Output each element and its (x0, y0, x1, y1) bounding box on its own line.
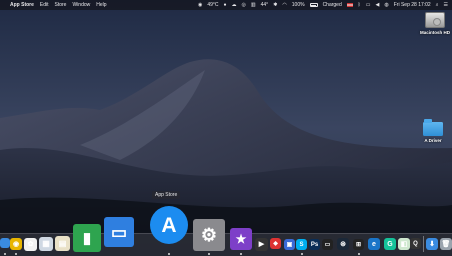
volume-icon[interactable]: ◀ (376, 0, 380, 10)
dock-keynote-icon[interactable]: ▭ (104, 217, 134, 247)
dock-imovie-icon[interactable]: ★ (230, 228, 252, 250)
dock-finder-icon[interactable] (0, 238, 10, 248)
dock-system-preferences-icon[interactable]: ⚙ (193, 219, 225, 251)
trash-glyph: 🗑 (441, 240, 451, 248)
temperature-readout[interactable]: 49°C (207, 0, 218, 10)
numbers-glyph: ▮ (82, 229, 92, 247)
temperature-icon[interactable]: ◉ (198, 0, 202, 10)
app-store-glyph: A (161, 213, 177, 237)
dock-app-black-icon[interactable]: ⊞ (353, 239, 364, 250)
dock-numbers-icon[interactable]: ▮ (73, 224, 101, 252)
circle-icon[interactable]: ◎ (242, 0, 246, 10)
dock-running-indicator (15, 253, 17, 255)
dock-preview-icon[interactable]: ▦ (39, 237, 53, 251)
maps-glyph: ◧ (400, 240, 408, 248)
preview-glyph: ▦ (42, 239, 50, 248)
grammarly-glyph: G (387, 240, 393, 248)
dock-downloads-icon[interactable]: ⬇ (426, 238, 438, 250)
temperature-readout-2[interactable]: 44° (261, 0, 269, 10)
dock-tooltip: App Store (152, 191, 181, 199)
notification-center-icon[interactable]: ☰ (444, 0, 448, 10)
skype-glyph: S (299, 241, 304, 248)
app-black-glyph: ⊞ (355, 241, 362, 248)
battery-icon[interactable] (309, 3, 318, 7)
hard-drive-icon (425, 12, 445, 28)
menu-store[interactable]: Store (55, 0, 67, 10)
macintosh-hd-label: Macintosh HD (420, 30, 451, 35)
menu-window[interactable]: Window (72, 0, 90, 10)
photos-glyph: ✿ (27, 241, 34, 248)
cloud-icon[interactable]: ☁ (232, 0, 237, 10)
dock-running-indicator (168, 253, 170, 255)
dock-running-indicator (357, 253, 360, 255)
dock-running-indicator (4, 253, 6, 255)
dock-final-cut-icon[interactable]: ▶ (255, 238, 268, 251)
menu-bar: App Store Edit Store Window Help ◉ 49°C … (0, 0, 452, 10)
dock-app-red-icon[interactable]: ◆ (270, 238, 281, 249)
status-dot-icon[interactable]: ● (223, 0, 226, 10)
a-driver-label: A Driver (424, 138, 442, 143)
chrome-glyph: ◉ (12, 240, 20, 248)
dock-skype-icon[interactable]: S (296, 239, 307, 250)
contacts-glyph: ▤ (58, 238, 67, 248)
a-driver-folder-desktop-icon[interactable]: A Driver (418, 119, 448, 143)
input-source-flag-icon[interactable] (346, 3, 353, 7)
macintosh-hd-desktop-icon[interactable]: Macintosh HD (420, 12, 450, 35)
menu-edit[interactable]: Edit (40, 0, 49, 10)
dock-running-indicator (300, 253, 303, 255)
wifi-icon[interactable]: ◠ (282, 0, 286, 10)
folder-icon (423, 119, 443, 136)
quicktime-glyph: Q (413, 240, 418, 247)
steam-glyph: ⊛ (340, 240, 346, 248)
dock-photos-icon[interactable]: ✿ (24, 238, 37, 251)
final-cut-glyph: ▶ (258, 241, 265, 248)
battery-percent[interactable]: 100% (292, 0, 305, 10)
dock-contacts-icon[interactable]: ▤ (55, 236, 70, 251)
system-preferences-glyph: ⚙ (200, 225, 218, 245)
activity-icon[interactable]: ▥ (251, 0, 256, 10)
app-menu[interactable]: App Store (10, 0, 34, 10)
app-blue-glyph: ▣ (286, 241, 293, 248)
dock-divider (423, 236, 424, 252)
dock-app-blue-icon[interactable]: ▣ (284, 239, 295, 250)
bluetooth-icon[interactable]: ᛒ (358, 0, 361, 10)
dock-running-indicator (208, 253, 210, 255)
clock[interactable]: Fri Sep 28 17:02 (394, 0, 431, 10)
keynote-glyph: ▭ (110, 222, 128, 242)
airplay-icon[interactable]: ▭ (366, 0, 371, 10)
dock-steam-icon[interactable]: ⊛ (337, 238, 349, 250)
edge-glyph: e (372, 240, 376, 248)
dock-running-indicator (240, 253, 242, 255)
dock-edge-icon[interactable]: e (368, 238, 380, 250)
dock-app-store-icon[interactable]: A (150, 206, 188, 244)
dock-photoshop-icon[interactable]: Ps (309, 239, 320, 250)
dock-grammarly-icon[interactable]: G (384, 238, 396, 250)
dock-quicktime-icon[interactable]: Q (410, 238, 421, 249)
menu-help[interactable]: Help (96, 0, 106, 10)
battery-status[interactable]: Charged (323, 0, 342, 10)
search-icon[interactable]: ⌕ (436, 0, 439, 10)
imovie-glyph: ★ (235, 232, 247, 246)
dock-chrome-icon[interactable]: ◉ (10, 238, 22, 250)
downloads-glyph: ⬇ (429, 240, 435, 248)
dock-trash-icon[interactable]: 🗑 (440, 238, 452, 250)
siri-icon[interactable]: ◍ (384, 0, 388, 10)
gear-icon[interactable]: ✱ (273, 0, 277, 10)
desktop-wallpaper (0, 0, 452, 256)
app-red-glyph: ◆ (273, 240, 278, 247)
app-monitor-glyph: ▭ (324, 241, 331, 248)
dock-app-monitor-icon[interactable]: ▭ (322, 239, 333, 250)
dock-maps-icon[interactable]: ◧ (398, 238, 410, 250)
photoshop-glyph: Ps (310, 241, 319, 248)
